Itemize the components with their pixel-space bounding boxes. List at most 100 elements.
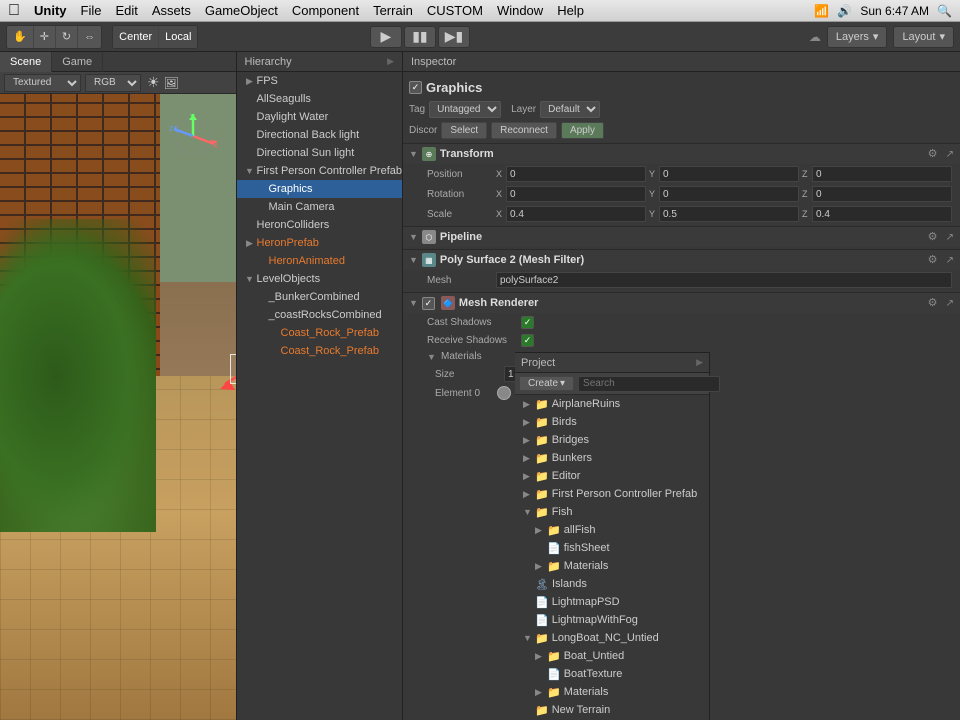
pipeline-gear-icon[interactable]: ⚙: [928, 230, 942, 244]
select-button[interactable]: Select: [441, 122, 487, 139]
project-search-input[interactable]: [578, 376, 720, 392]
project-item-9[interactable]: ▶📁Materials: [515, 557, 709, 575]
pos-y-input[interactable]: [659, 166, 799, 182]
receive-shadows-checkbox[interactable]: ✓: [521, 334, 534, 347]
menu-assets[interactable]: Assets: [152, 3, 191, 18]
menu-gameobject[interactable]: GameObject: [205, 3, 278, 18]
hierarchy-item-13[interactable]: _coastRocksCombined: [237, 306, 403, 324]
project-item-16[interactable]: ▶📁Materials: [515, 683, 709, 701]
menu-file[interactable]: File: [81, 3, 102, 18]
rot-z-input[interactable]: [812, 186, 952, 202]
project-item-2[interactable]: ▶📁Bridges: [515, 431, 709, 449]
tag-select[interactable]: Untagged: [429, 101, 501, 118]
hierarchy-item-1[interactable]: AllSeagulls: [237, 90, 403, 108]
mesh-label: Mesh: [427, 275, 492, 286]
hierarchy-item-0[interactable]: ▶FPS: [237, 72, 403, 90]
layers-dropdown[interactable]: Layers ▾: [827, 26, 888, 48]
menu-component[interactable]: Component: [292, 3, 359, 18]
project-item-11[interactable]: 📄LightmapPSD: [515, 593, 709, 611]
hierarchy-item-3[interactable]: Directional Back light: [237, 126, 403, 144]
hierarchy-item-10[interactable]: HeronAnimated: [237, 252, 403, 270]
transform-title: Transform: [440, 148, 924, 160]
hierarchy-item-7[interactable]: Main Camera: [237, 198, 403, 216]
transform-gear-icon[interactable]: ⚙: [928, 147, 942, 161]
hierarchy-item-11[interactable]: ▼LevelObjects: [237, 270, 403, 288]
search-icon[interactable]: 🔍: [937, 4, 952, 18]
hierarchy-item-5[interactable]: ▼First Person Controller Prefab: [237, 162, 403, 180]
color-mode-select[interactable]: RGB Alpha: [85, 74, 141, 92]
project-item-12[interactable]: 📄LightmapWithFog: [515, 611, 709, 629]
menu-edit[interactable]: Edit: [115, 3, 137, 18]
tab-game[interactable]: Game: [52, 52, 103, 72]
transform-section: ▼ ⊕ Transform ⚙ ↗ Position X Y: [403, 143, 960, 224]
project-item-13[interactable]: ▼📁LongBoat_NC_Untied: [515, 629, 709, 647]
move-tool[interactable]: ✛: [34, 26, 56, 48]
rotate-tool[interactable]: ↻: [56, 26, 78, 48]
mesh-renderer-icon: 🔷: [441, 296, 455, 310]
hierarchy-item-6[interactable]: Graphics: [237, 180, 403, 198]
mesh-filter-gear-icon[interactable]: ⚙: [928, 253, 942, 267]
apple-menu[interactable]: : [8, 2, 20, 20]
center-btn[interactable]: Center: [113, 26, 159, 48]
view-mode-select[interactable]: Textured Wireframe: [4, 74, 81, 92]
project-item-15[interactable]: 📄BoatTexture: [515, 665, 709, 683]
hierarchy-item-8[interactable]: HeronColliders: [237, 216, 403, 234]
rot-y-input[interactable]: [659, 186, 799, 202]
hierarchy-item-12[interactable]: _BunkerCombined: [237, 288, 403, 306]
pause-button[interactable]: ▮▮: [404, 26, 436, 48]
tag-layer-row: Tag Untagged Layer Default: [403, 99, 960, 120]
layout-dropdown[interactable]: Layout ▾: [893, 26, 954, 48]
hand-tool[interactable]: ✋: [7, 26, 34, 48]
project-item-10[interactable]: 🏝Islands: [515, 575, 709, 593]
menu-unity[interactable]: Unity: [34, 3, 67, 18]
project-item-8[interactable]: 📄fishSheet: [515, 539, 709, 557]
project-item-3[interactable]: ▶📁Bunkers: [515, 449, 709, 467]
pos-z-input[interactable]: [812, 166, 952, 182]
hierarchy-item-14[interactable]: Coast_Rock_Prefab: [237, 324, 403, 342]
project-create-button[interactable]: Create ▾: [519, 376, 574, 391]
apply-button[interactable]: Apply: [561, 122, 604, 139]
mesh-renderer-checkbox[interactable]: ✓: [422, 297, 435, 310]
reconnect-button[interactable]: Reconnect: [491, 122, 557, 139]
local-btn[interactable]: Local: [159, 26, 197, 48]
scale-z-input[interactable]: [812, 206, 952, 222]
mesh-renderer-expand: ▼: [409, 298, 418, 308]
menu-help[interactable]: Help: [557, 3, 584, 18]
project-item-4[interactable]: ▶📁Editor: [515, 467, 709, 485]
project-item-14[interactable]: ▶📁Boat_Untied: [515, 647, 709, 665]
mesh-filter-header[interactable]: ▼ ▦ Poly Surface 2 (Mesh Filter) ⚙ ↗: [403, 250, 960, 270]
transform-header[interactable]: ▼ ⊕ Transform ⚙ ↗: [403, 144, 960, 164]
project-list[interactable]: ▶📁AirplaneRuins▶📁Birds▶📁Bridges▶📁Bunkers…: [515, 395, 709, 720]
project-item-0[interactable]: ▶📁AirplaneRuins: [515, 395, 709, 413]
menu-custom[interactable]: CUSTOM: [427, 3, 483, 18]
scale-tool[interactable]: ⇔: [78, 26, 101, 48]
play-button[interactable]: ▶: [370, 26, 402, 48]
scale-y-input[interactable]: [659, 206, 799, 222]
project-item-1[interactable]: ▶📁Birds: [515, 413, 709, 431]
project-item-6[interactable]: ▼📁Fish: [515, 503, 709, 521]
rot-x-input[interactable]: [506, 186, 646, 202]
menu-window[interactable]: Window: [497, 3, 543, 18]
menu-terrain[interactable]: Terrain: [373, 3, 413, 18]
hierarchy-item-2[interactable]: Daylight Water: [237, 108, 403, 126]
pipeline-header[interactable]: ▼ ⬡ Pipeline ⚙ ↗: [403, 227, 960, 247]
project-item-17[interactable]: 📁New Terrain: [515, 701, 709, 719]
step-button[interactable]: ▶▮: [438, 26, 470, 48]
pos-x-input[interactable]: [506, 166, 646, 182]
scale-x-input[interactable]: [506, 206, 646, 222]
hierarchy-list[interactable]: ▶FPS AllSeagulls Daylight Water Directio…: [237, 72, 403, 720]
scene-view[interactable]: X Y Z: [0, 94, 236, 720]
hierarchy-item-9[interactable]: ▶HeronPrefab: [237, 234, 403, 252]
mesh-renderer-title: Mesh Renderer: [459, 297, 924, 309]
project-item-7[interactable]: ▶📁allFish: [515, 521, 709, 539]
mesh-renderer-header[interactable]: ▼ ✓ 🔷 Mesh Renderer ⚙ ↗: [403, 293, 960, 313]
layer-select[interactable]: Default: [540, 101, 600, 118]
object-active-checkbox[interactable]: ✓: [409, 81, 422, 94]
mesh-value-input[interactable]: [496, 272, 952, 288]
hierarchy-item-15[interactable]: Coast_Rock_Prefab: [237, 342, 403, 360]
project-item-5[interactable]: ▶📁First Person Controller Prefab: [515, 485, 709, 503]
mesh-renderer-gear-icon[interactable]: ⚙: [928, 296, 942, 310]
hierarchy-item-4[interactable]: Directional Sun light: [237, 144, 403, 162]
cast-shadows-checkbox[interactable]: ✓: [521, 316, 534, 329]
tab-scene[interactable]: Scene: [0, 52, 52, 72]
